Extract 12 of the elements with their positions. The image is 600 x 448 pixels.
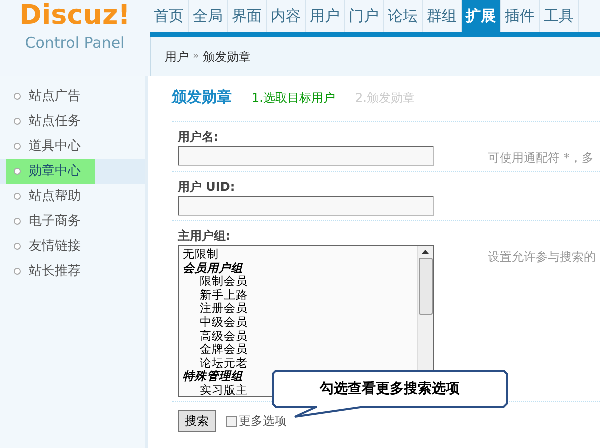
field-label: 用户名:: [177, 129, 220, 146]
field-hint: 设置允许参与搜索的: [488, 249, 596, 266]
field-hint: 可使用通配符 *，多: [488, 150, 594, 167]
field-label: 主用户组:: [177, 228, 232, 245]
logo-title: Discuz!: [20, 0, 130, 32]
list-group-heading: 会员用户组: [183, 262, 244, 276]
logo-subtitle: Control Panel: [25, 33, 125, 54]
field-label: 用户 UID:: [177, 179, 236, 196]
step-label: 1.选取目标用户: [252, 90, 336, 107]
page-title: 颁发勋章: [172, 87, 232, 108]
list-group-heading: 特殊管理组: [183, 370, 244, 384]
breadcrumb-text: »: [193, 50, 200, 64]
